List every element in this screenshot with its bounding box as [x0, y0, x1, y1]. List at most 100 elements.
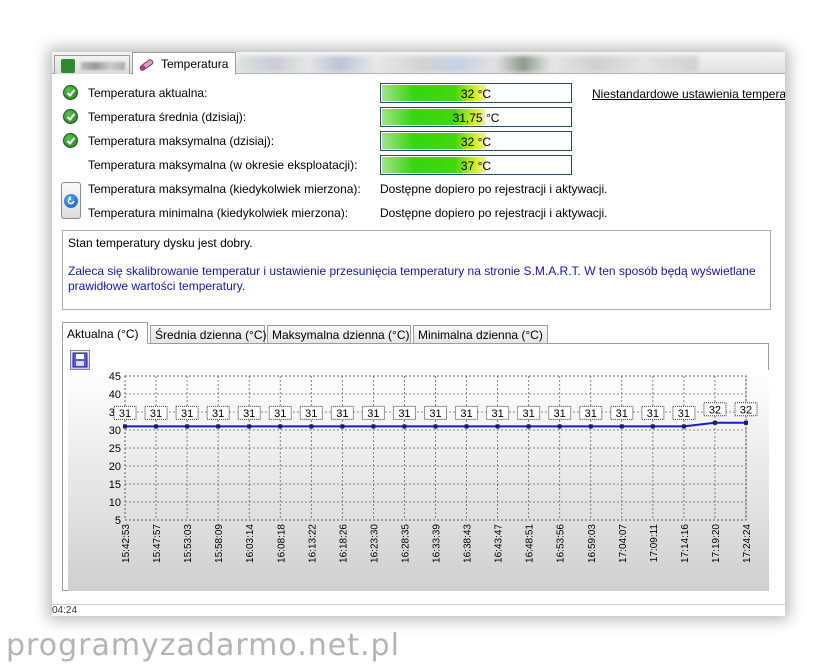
data-label: 31 [523, 408, 535, 420]
data-label: 31 [243, 408, 255, 420]
temperature-line-chart: 5101520253035404515:42:5315:47:5715:53:0… [109, 371, 758, 563]
drive-icon [61, 59, 75, 73]
data-point [464, 424, 469, 429]
data-point [588, 424, 593, 429]
temperature-value: 32 °C [460, 135, 492, 149]
chart-tab-current[interactable]: Aktualna (°C) [62, 322, 148, 344]
recommendation-text: Zaleca się skalibrowanie temperatur i us… [68, 264, 756, 293]
chart-tab-daily-min[interactable]: Minimalna dzienna (°C) [413, 325, 548, 344]
row-info-text: Dostępne dopiero po rejestracji i aktywa… [380, 182, 608, 196]
data-label: 31 [367, 408, 379, 420]
chart-tabs: Aktualna (°C) Średnia dzienna (°C) Maksy… [62, 322, 782, 344]
data-label: 31 [181, 408, 193, 420]
bottom-status-text: 04:24 [52, 605, 78, 616]
tab-temperatura[interactable]: Temperatura [132, 52, 236, 75]
x-tick-label: 17:24:24 [742, 524, 753, 563]
data-point [247, 424, 252, 429]
custom-settings-link[interactable]: Niestandardowe ustawienia tempera [592, 87, 785, 101]
floppy-disk-icon [72, 352, 88, 368]
row-label: Temperatura maksymalna (dzisiaj): [88, 134, 275, 148]
data-label: 31 [647, 408, 659, 420]
blurred-tab-label [81, 62, 125, 70]
temperature-bar: 32 °C [380, 131, 572, 151]
x-tick-label: 15:58:09 [214, 524, 225, 563]
data-point [185, 424, 190, 429]
x-tick-label: 16:23:30 [369, 524, 380, 563]
data-label: 31 [119, 408, 131, 420]
data-label: 31 [212, 408, 224, 420]
data-point [495, 424, 500, 429]
data-point [154, 424, 159, 429]
x-tick-label: 17:14:16 [680, 524, 691, 563]
data-label: 31 [554, 408, 566, 420]
data-point [402, 424, 407, 429]
row-label: Temperatura aktualna: [88, 86, 208, 100]
tab-previous[interactable] [54, 55, 130, 74]
x-tick-label: 16:28:35 [400, 524, 411, 563]
data-label: 31 [274, 408, 286, 420]
x-tick-label: 16:48:51 [525, 524, 536, 563]
application-window: Temperatura Temperatura aktualna: 32 °C … [52, 52, 785, 616]
row-label: Temperatura minimalna (kiedykolwiek mier… [88, 206, 349, 220]
data-point [433, 424, 438, 429]
x-tick-label: 15:42:53 [121, 524, 132, 563]
row-average-temp: Temperatura średnia (dzisiaj): 31,75 °C [52, 107, 592, 127]
data-label: 31 [460, 408, 472, 420]
data-point [216, 424, 221, 429]
row-max-today-temp: Temperatura maksymalna (dzisiaj): 32 °C [52, 131, 592, 151]
data-point [712, 420, 717, 425]
save-chart-button[interactable] [70, 350, 90, 370]
row-label: Temperatura maksymalna (kiedykolwiek mie… [88, 182, 361, 196]
data-point [309, 424, 314, 429]
data-point [371, 424, 376, 429]
x-tick-label: 16:38:43 [463, 524, 474, 563]
data-label: 32 [709, 404, 721, 416]
data-point [526, 424, 531, 429]
data-point [123, 424, 127, 429]
x-tick-label: 16:33:39 [432, 524, 443, 563]
back-arrow-icon [64, 194, 78, 208]
x-tick-label: 16:13:22 [307, 524, 318, 563]
row-label: Temperatura maksymalna (w okresie eksplo… [88, 158, 358, 172]
x-tick-label: 17:19:20 [711, 524, 722, 563]
tab-temperatura-label: Temperatura [161, 57, 229, 71]
x-tick-label: 15:53:03 [183, 524, 194, 563]
data-label: 31 [616, 408, 628, 420]
temperature-bar: 37 °C [380, 155, 572, 175]
x-tick-label: 16:03:14 [245, 524, 256, 563]
back-button[interactable] [61, 182, 81, 219]
data-point [744, 420, 748, 425]
data-label: 31 [429, 408, 441, 420]
x-tick-label: 16:59:03 [587, 524, 598, 563]
ok-check-icon [63, 85, 78, 100]
ok-check-icon [63, 133, 78, 148]
x-tick-label: 16:08:18 [276, 524, 287, 563]
row-label: Temperatura średnia (dzisiaj): [88, 110, 247, 124]
bottom-status-strip: 04:24 [52, 604, 785, 616]
chart-tab-daily-max[interactable]: Maksymalna dzienna (°C) [267, 325, 411, 344]
status-line: Stan temperatury dysku jest dobry. [68, 236, 253, 250]
row-info-text: Dostępne dopiero po rejestracji i aktywa… [380, 206, 608, 220]
y-tick-label: 10 [109, 497, 121, 509]
chart-panel: 5101520253035404515:42:5315:47:5715:53:0… [62, 343, 769, 591]
data-label: 31 [398, 408, 410, 420]
data-point [340, 424, 345, 429]
row-max-lifetime-temp: Temperatura maksymalna (w okresie eksplo… [52, 155, 592, 175]
data-point [681, 424, 686, 429]
x-tick-label: 16:18:26 [338, 524, 349, 563]
data-point [557, 424, 562, 429]
blurred-tabs [238, 56, 698, 72]
watermark: programyzadarmo.net.pl [6, 628, 400, 663]
temperature-bar: 32 °C [380, 83, 572, 103]
data-point [619, 424, 624, 429]
y-tick-label: 25 [109, 443, 121, 455]
y-tick-label: 45 [109, 371, 121, 383]
data-label: 31 [150, 408, 162, 420]
row-max-ever-temp: Temperatura maksymalna (kiedykolwiek mie… [52, 179, 652, 199]
chart-tab-daily-average[interactable]: Średnia dzienna (°C) [150, 325, 267, 344]
x-tick-label: 15:47:57 [152, 524, 163, 563]
x-tick-label: 17:04:07 [618, 524, 629, 563]
temperature-bar: 31,75 °C [380, 107, 572, 127]
row-current-temp: Temperatura aktualna: 32 °C [52, 83, 592, 103]
data-point [278, 424, 283, 429]
